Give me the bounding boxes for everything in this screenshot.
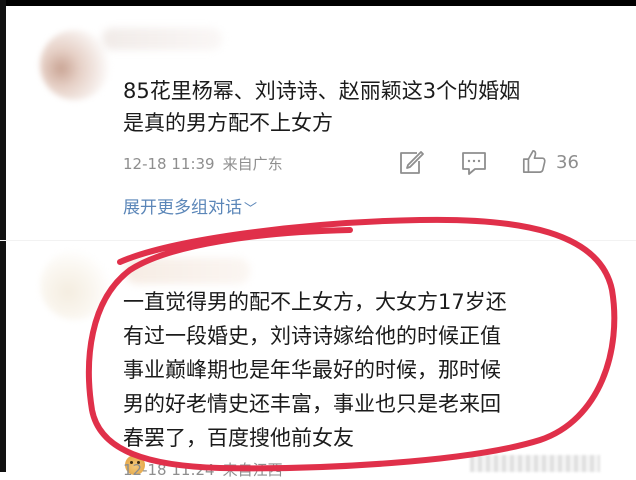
thumbs-up-icon[interactable] — [520, 148, 548, 174]
comment-text-line: 男的好老情史还丰富，事业也只是老来回 — [123, 392, 501, 416]
comment-time: 12-18 11:39 — [123, 155, 215, 173]
edit-icon[interactable] — [397, 150, 425, 176]
comment-text-line: 是真的男方配不上女方 — [123, 111, 333, 135]
top-border — [0, 0, 636, 6]
left-border — [0, 0, 6, 472]
comment-text-line: 有过一段婚史，刘诗诗嫁给他的时候正值 — [123, 324, 501, 348]
username-blurred[interactable] — [125, 258, 250, 284]
comment-location: 来自广东 — [222, 155, 283, 173]
action-icons-blurred — [470, 455, 600, 472]
comment-text-fragment: 春罢了，百度搜他前女友 — [123, 426, 354, 450]
comment-text-line: 事业巅峰期也是年华最好的时候，那时候 — [123, 358, 501, 382]
like-count: 36 — [556, 152, 579, 173]
expand-label: 展开更多组对话 — [123, 198, 242, 218]
comment-text: 一直觉得男的配不上女方，大女方17岁还 有过一段婚史，刘诗诗嫁给他的时候正值 事… — [123, 285, 593, 475]
comment-text-line: 85花里杨幂、刘诗诗、赵丽颖这3个的婚姻 — [123, 79, 521, 103]
comment-icon[interactable] — [460, 150, 488, 176]
comment-time: 12-18 11:24 — [123, 461, 215, 479]
expand-conversation-link[interactable]: 展开更多组对话 ﹀ — [123, 193, 257, 218]
username-blurred[interactable] — [102, 28, 222, 50]
chevron-down-icon: ﹀ — [244, 202, 258, 217]
avatar[interactable] — [40, 30, 110, 100]
comment-location: 来自江西 — [222, 461, 283, 479]
comment-meta: 12-18 11:24 来自江西 — [123, 459, 283, 480]
avatar[interactable] — [40, 250, 110, 320]
comment-text-line: 一直觉得男的配不上女方，大女方17岁还 — [123, 290, 507, 314]
comment-text: 85花里杨幂、刘诗诗、赵丽颖这3个的婚姻 是真的男方配不上女方 — [123, 75, 603, 139]
comment-meta: 12-18 11:39 来自广东 — [123, 153, 283, 174]
divider — [0, 240, 636, 241]
